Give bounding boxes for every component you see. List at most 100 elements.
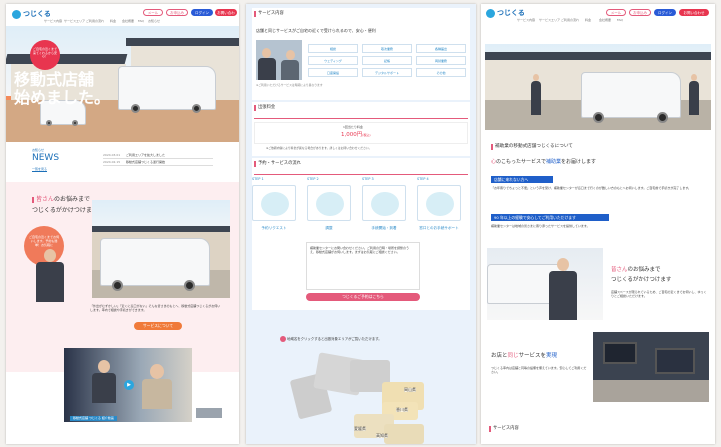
price-label: 1回当たり料金 xyxy=(343,125,363,129)
apply-button[interactable]: お申込み xyxy=(629,9,651,16)
nav-item-company[interactable]: 会社概要 xyxy=(122,20,134,23)
price-value: 1,000円(税込) xyxy=(341,132,371,138)
mail-button[interactable]: メール xyxy=(606,9,626,16)
feature-text-2: 補助業センターは地域の皆さまに寄り添ったサービスを提供しています。 xyxy=(491,224,590,228)
video-caption: 移動式店舗 つじくる 紹介動画 xyxy=(70,416,117,421)
nav-item-services[interactable]: サービス内容 xyxy=(517,19,535,22)
flow-heading: 予約・サービスの流れ xyxy=(254,161,301,167)
hero-title-line2: 始めました。 xyxy=(14,88,111,107)
same-service-text: つじくる車内は店舗と同等の設備を備えています。安心してご利用ください。 xyxy=(491,366,587,375)
news-small-label: お知らせ xyxy=(32,148,44,152)
nav-item-area[interactable]: サービスエリア xyxy=(64,20,85,23)
hero-slider-dots[interactable] xyxy=(114,135,132,138)
catch-bubble: ご自宅の近くまでお伺いします。予約も簡単！お気軽に xyxy=(24,226,64,266)
news-item[interactable]: ご利用エリアを拡大しました xyxy=(126,154,165,157)
feature-text-1: 「お年寄りでちょっと不便」という声を受け、補助業センターが窓口まで行くのが難しい… xyxy=(491,186,692,190)
catch-line2: つじくるがかけつけます xyxy=(32,207,98,214)
hero-title-line1: 移動式店舗 xyxy=(14,70,95,89)
step-caption: 手続開始・到着 xyxy=(371,226,397,230)
page-top-preview: つじくる サービス内容 サービスエリア ご利用の流れ 料金 会社概要 FAQ お… xyxy=(6,4,239,444)
van-interior-photo xyxy=(593,332,709,402)
map-region-kochi[interactable] xyxy=(384,424,424,444)
flow-info-text: 補助業センターにお問い合わせください。ご利用の日時・場所を調整のうえ、移動式店舗… xyxy=(310,246,410,255)
news-date: 2024.03.01 xyxy=(103,153,121,157)
nav-item-services[interactable]: サービス内容 xyxy=(44,20,62,23)
step-caption: 調整 xyxy=(325,226,333,230)
hero-bubble: ご自宅の近くまで来てくれるから安心！ xyxy=(30,40,60,70)
catch-line1: 皆さんのお悩みまで xyxy=(611,267,661,273)
step-illustration xyxy=(362,185,406,221)
nav-item-flow[interactable]: ご利用の流れ xyxy=(561,19,579,22)
service-tag: 口座開設 xyxy=(308,68,358,77)
step-label: STEP 4 xyxy=(417,177,429,181)
staff-photo xyxy=(36,262,64,302)
nav-item-faq[interactable]: FAQ xyxy=(138,20,144,23)
login-button[interactable]: ログイン xyxy=(191,9,213,16)
news-title: NEWS xyxy=(32,153,60,163)
logo-text[interactable]: つじくる xyxy=(497,10,525,17)
nav-item-news[interactable]: お知らせ xyxy=(148,20,160,23)
intro-video[interactable]: ▶ xyxy=(64,348,192,422)
about-hero-photo xyxy=(485,44,711,130)
logo-icon[interactable] xyxy=(486,9,495,18)
nav-item-price[interactable]: 料金 xyxy=(585,19,591,22)
price-heading: 出張料金 xyxy=(254,105,275,111)
catch-line1: 皆さんのお悩みまで xyxy=(32,197,90,203)
services-note: ※ご利用いただけるサービスは時期により異なります xyxy=(256,83,323,87)
step-illustration xyxy=(307,185,351,221)
apply-button[interactable]: お申込み xyxy=(166,9,188,16)
service-tag: ウェディング xyxy=(308,56,358,65)
contact-button[interactable]: お問い合わせ xyxy=(679,9,709,16)
feature-bar-2: 90 年以上の経験で安心してご利用いただけます xyxy=(491,214,609,221)
service-tag: 両替業務 xyxy=(416,56,466,65)
news-item[interactable]: 移動式店舗つじくる運行開始 xyxy=(126,161,165,164)
catch-photo xyxy=(92,200,230,298)
map-label[interactable]: 香川県 xyxy=(396,408,408,412)
service-tag: 取次業務 xyxy=(362,44,412,53)
news-more-link[interactable]: 一覧を見る xyxy=(32,168,47,171)
staff-photo xyxy=(487,248,603,320)
same-service-heading: お店と同じサービスを実現 xyxy=(491,353,558,359)
reserve-button[interactable]: つじくるご予約はこちら xyxy=(306,293,420,301)
step-label: STEP 1 xyxy=(252,177,264,181)
map-label[interactable]: 高知県 xyxy=(376,434,388,438)
catch-line2: つじくるがかけつけます xyxy=(611,277,672,283)
logo-icon[interactable] xyxy=(12,10,21,19)
hero-image: ご自宅の近くまで来てくれるから安心！ 移動式店舗 始めました。 xyxy=(6,26,239,142)
price-note: ※ご依頼内容により料金が異なる場合があります。詳しくはお問い合わせください。 xyxy=(266,146,372,150)
step-illustration xyxy=(417,185,461,221)
step-illustration xyxy=(252,185,296,221)
step-label: STEP 3 xyxy=(362,177,374,181)
contact-button[interactable]: お問い合わせ xyxy=(215,9,237,21)
news-date: 2024.02.15 xyxy=(103,160,121,164)
services-lead: 店舗と同じサービスがご自宅の近くで受けられるので、安心・便利 xyxy=(256,28,376,33)
service-tag: 相談 xyxy=(308,44,358,53)
nav-item-area[interactable]: サービスエリア xyxy=(539,19,560,22)
catch-text: 店舗スペースが限られているため、ご自宅の近くまでお伺いし、ゆっくりとご相談いただ… xyxy=(611,290,707,299)
login-button[interactable]: ログイン xyxy=(654,9,676,16)
feature-bar-1: 店舗に来れない方へ xyxy=(491,176,553,183)
pin-icon xyxy=(280,336,286,342)
video-side-thumb[interactable] xyxy=(196,408,222,418)
service-tag: 記帳 xyxy=(362,56,412,65)
map-hint: 地域名をクリックすると出張対象エリアがご覧いただけます。 xyxy=(280,336,382,342)
step-caption: 窓口とのお手続サポート xyxy=(419,226,459,230)
nav-item-price[interactable]: 料金 xyxy=(110,20,116,23)
services-heading-bottom: サービス内容 xyxy=(489,426,519,432)
service-tag: デジタルサポート xyxy=(362,68,412,77)
play-icon[interactable]: ▶ xyxy=(124,380,134,390)
map-label[interactable]: 岡山県 xyxy=(404,388,416,392)
services-photo xyxy=(256,40,302,80)
nav-item-faq[interactable]: FAQ xyxy=(617,19,623,22)
nav-item-company[interactable]: 会社概要 xyxy=(599,19,611,22)
nav-item-flow[interactable]: ご利用の流れ xyxy=(86,20,104,23)
step-caption: 予約リクエスト xyxy=(261,226,287,230)
service-tag: 各種届出 xyxy=(416,44,466,53)
map-label[interactable]: 愛媛県 xyxy=(354,427,366,431)
step-label: STEP 2 xyxy=(307,177,319,181)
mail-button[interactable]: メール xyxy=(143,9,163,16)
page-services-preview: サービス内容 店舗と同じサービスがご自宅の近くで受けられるので、安心・便利 相談… xyxy=(246,4,476,444)
logo-text[interactable]: つじくる xyxy=(23,11,51,18)
service-about-button[interactable]: サービスについて xyxy=(134,322,182,330)
service-tag: その他 xyxy=(416,68,466,77)
